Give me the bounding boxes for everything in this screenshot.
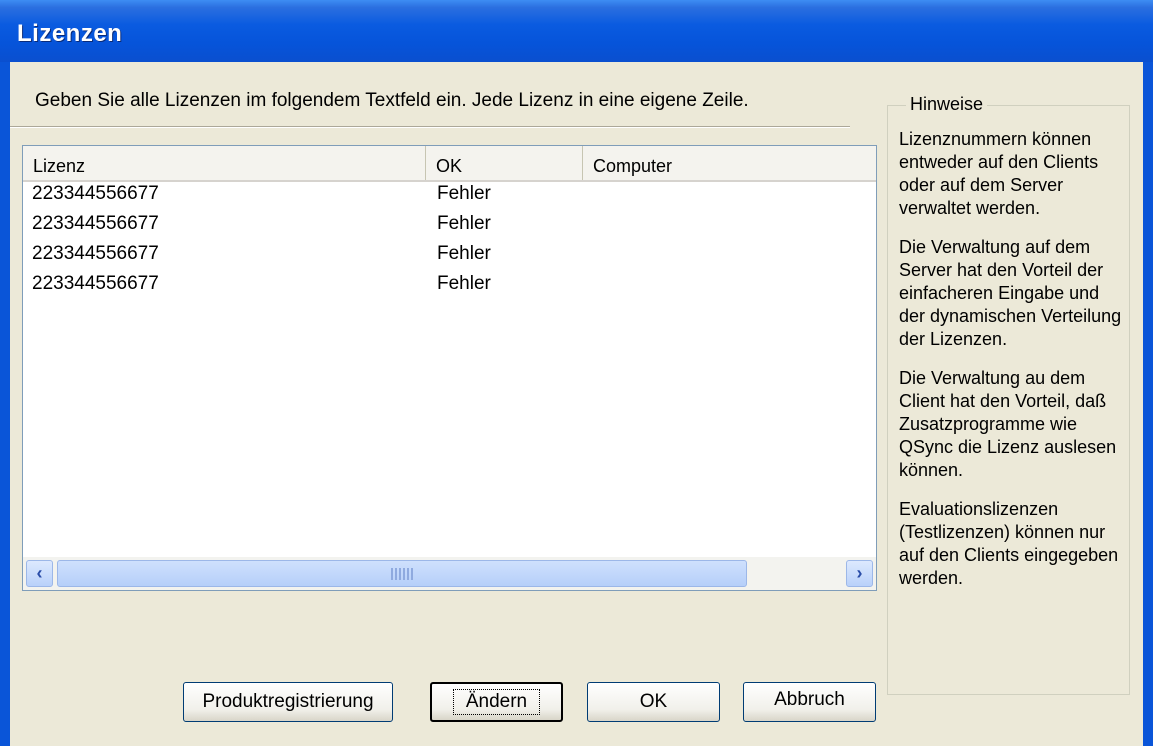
- hint-paragraph: Evaluationslizenzen (Testlizenzen) könne…: [899, 499, 1119, 588]
- dialog-window: Lizenzen Geben Sie alle Lizenzen im folg…: [0, 0, 1153, 746]
- product-registration-button[interactable]: Produktregistrierung: [183, 682, 393, 722]
- hint-paragraph: Die Verwaltung auf dem Server hat den Vo…: [899, 237, 1122, 349]
- column-header-computer[interactable]: Computer: [583, 146, 876, 180]
- cell-ok: Fehler: [437, 273, 491, 294]
- column-header-lizenz[interactable]: Lizenz: [23, 146, 426, 180]
- cell-ok: Fehler: [437, 243, 491, 264]
- cancel-button[interactable]: Abbruch: [743, 682, 876, 722]
- window-frame-right: [1143, 62, 1153, 746]
- hints-text: Lizenznummern können entweder auf den Cl…: [899, 128, 1127, 606]
- change-button[interactable]: Ändern: [430, 682, 563, 722]
- cell-lizenz: 223344556677: [32, 243, 159, 264]
- list-header: Lizenz OK Computer: [23, 146, 876, 182]
- title-bar[interactable]: Lizenzen: [0, 0, 1153, 62]
- hints-legend: Hinweise: [906, 94, 988, 115]
- cell-ok: Fehler: [437, 183, 491, 204]
- table-row[interactable]: 223344556677 Fehler: [23, 273, 876, 303]
- hint-paragraph: Die Verwaltung au dem Client hat den Vor…: [899, 368, 1117, 480]
- window-title: Lizenzen: [17, 20, 123, 47]
- list-rows: 223344556677 Fehler 223344556677 Fehler …: [23, 183, 876, 303]
- window-frame-left: [0, 62, 10, 746]
- scrollbar-thumb[interactable]: [57, 560, 747, 587]
- hints-groupbox: Hinweise Lizenznummern können entweder a…: [887, 94, 1130, 695]
- dialog-client-area: Geben Sie alle Lizenzen im folgendem Tex…: [10, 62, 1143, 746]
- cell-lizenz: 223344556677: [32, 273, 159, 294]
- separator-line: [10, 126, 850, 128]
- chevron-left-icon[interactable]: ‹: [26, 560, 53, 587]
- hint-paragraph: Lizenznummern können entweder auf den Cl…: [899, 129, 1099, 218]
- license-list[interactable]: Lizenz OK Computer 223344556677 Fehler 2…: [22, 145, 877, 591]
- table-row[interactable]: 223344556677 Fehler: [23, 183, 876, 213]
- column-header-ok[interactable]: OK: [426, 146, 583, 180]
- table-row[interactable]: 223344556677 Fehler: [23, 213, 876, 243]
- cell-ok: Fehler: [437, 213, 491, 234]
- change-button-label: Ändern: [452, 689, 541, 715]
- ok-button[interactable]: OK: [587, 682, 720, 722]
- table-row[interactable]: 223344556677 Fehler: [23, 243, 876, 273]
- horizontal-scrollbar[interactable]: ‹ ›: [23, 557, 876, 590]
- cell-lizenz: 223344556677: [32, 183, 159, 204]
- chevron-right-icon[interactable]: ›: [846, 560, 873, 587]
- grip-icon: [391, 568, 413, 580]
- instruction-text: Geben Sie alle Lizenzen im folgendem Tex…: [35, 90, 749, 111]
- cell-lizenz: 223344556677: [32, 213, 159, 234]
